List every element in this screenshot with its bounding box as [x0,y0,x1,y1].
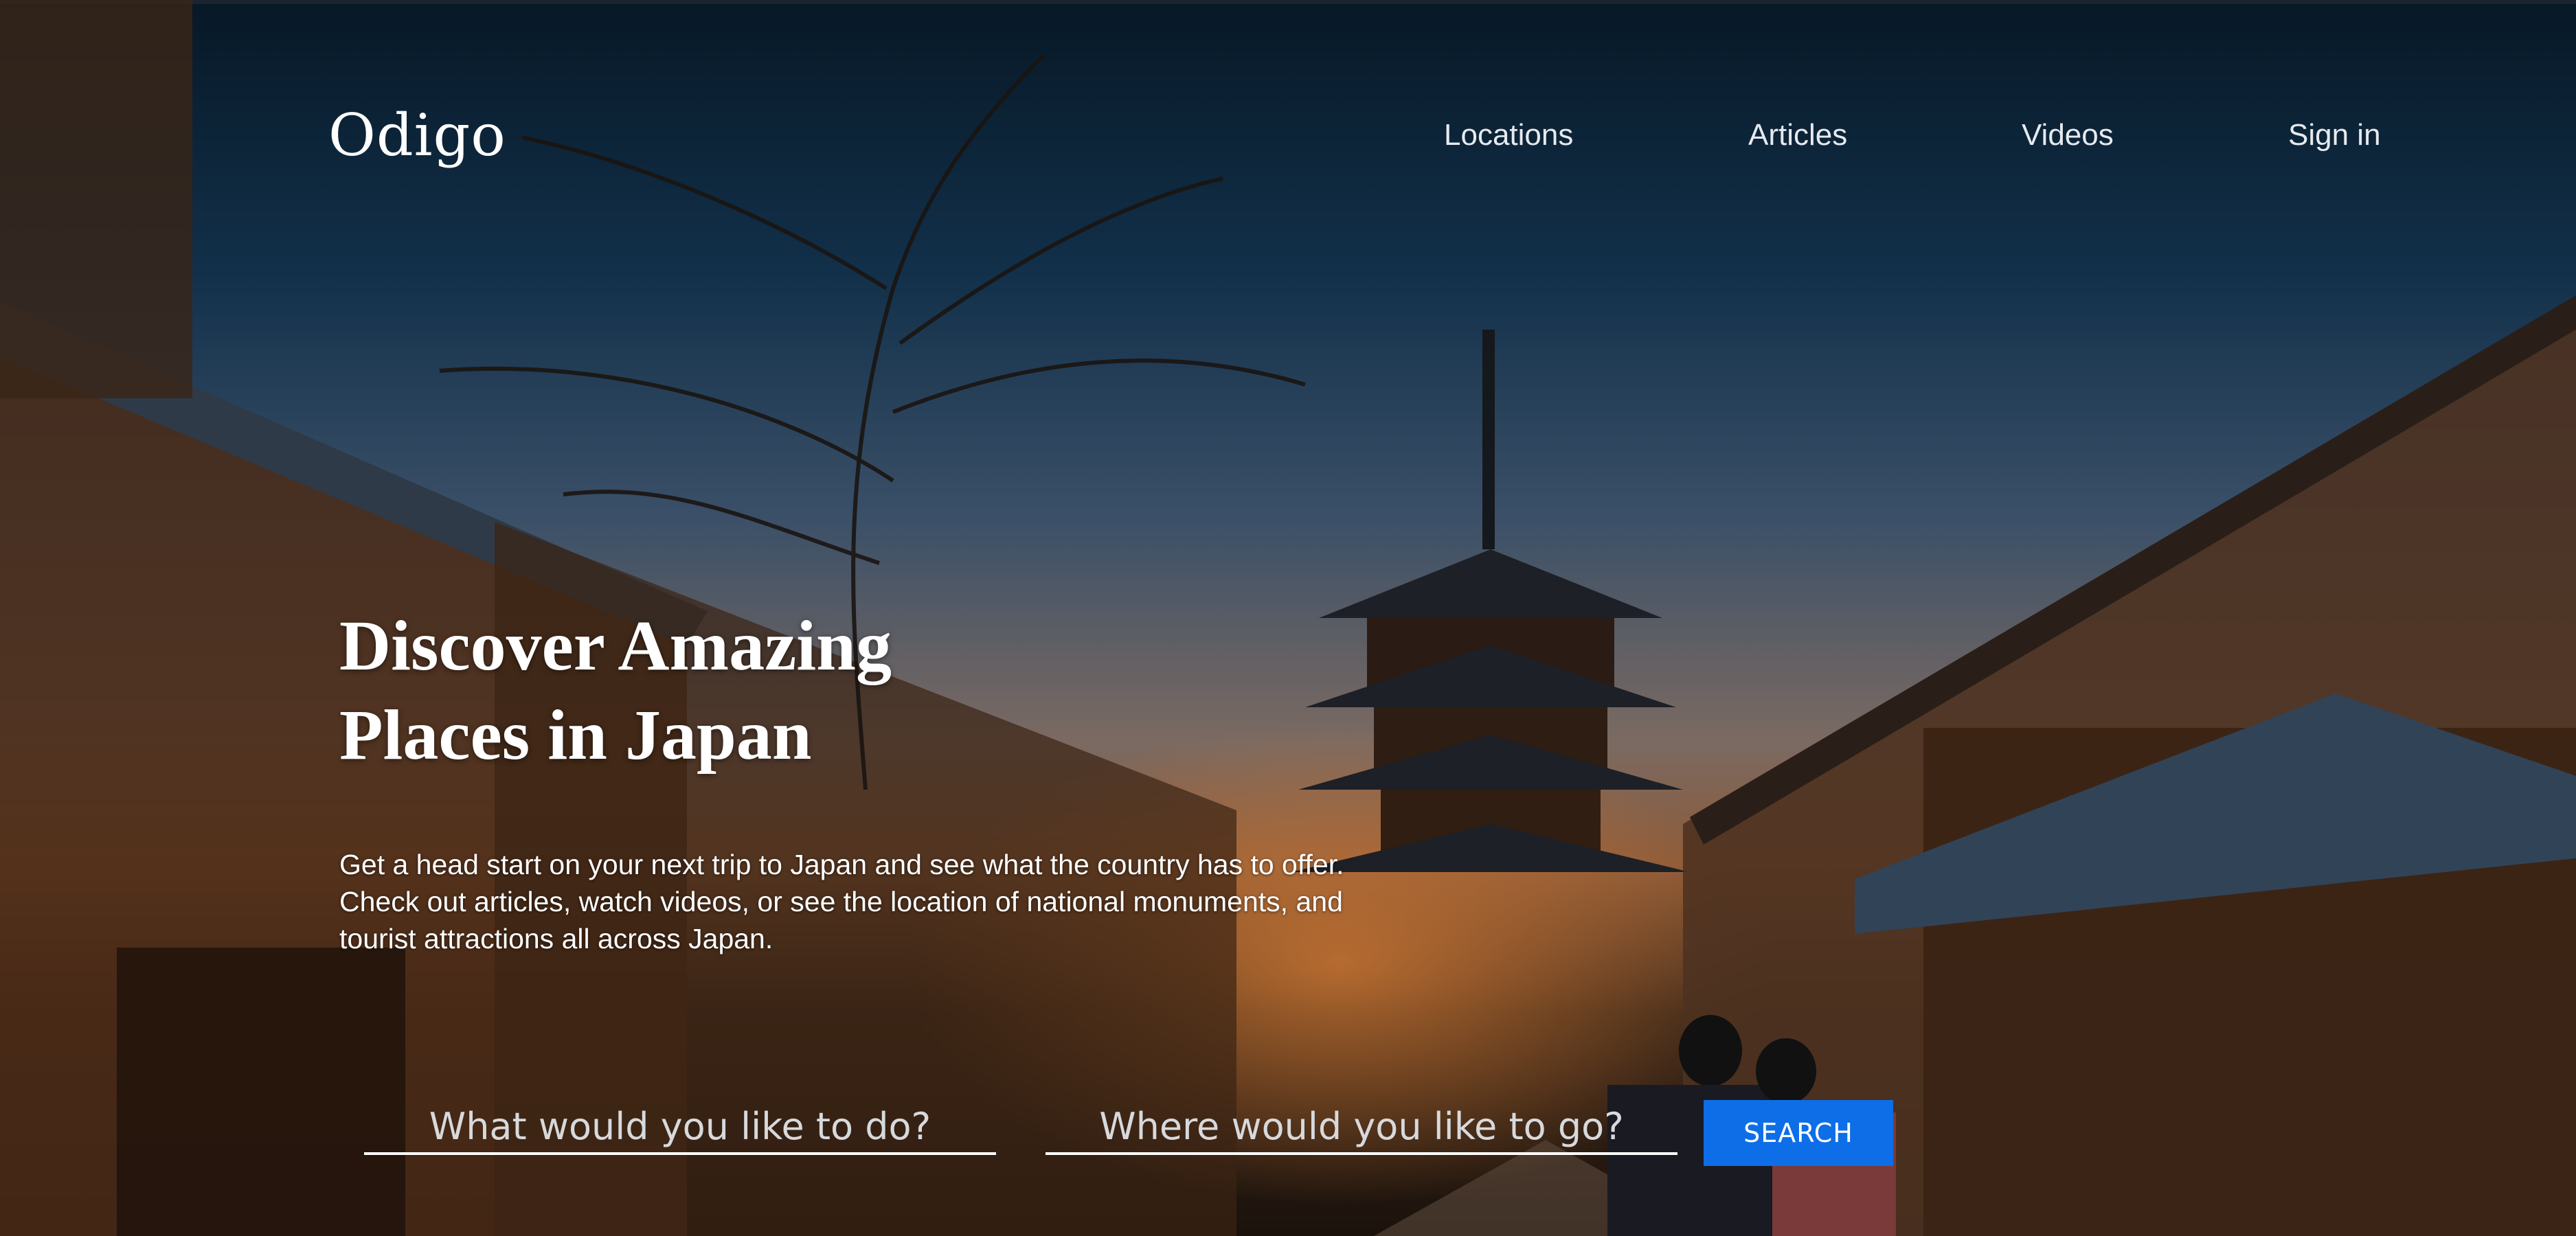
headline-line-2: Places in Japan [339,696,812,775]
hero-description: Get a head start on your next trip to Ja… [339,849,1344,954]
brand-logo[interactable]: Odigo [328,102,506,169]
hero-section: Odigo Locations Articles Videos Sign in … [0,0,2576,1236]
nav-link-locations[interactable]: Locations [1444,118,1573,152]
hero-headline: Discover Amazing Places in Japan [339,602,1095,780]
nav-link-videos[interactable]: Videos [2022,118,2114,152]
location-search-input[interactable] [1046,1100,1677,1152]
headline-line-1: Discover Amazing [339,606,892,685]
nav-link-articles[interactable]: Articles [1748,118,1847,152]
nav-link-sign-in[interactable]: Sign in [2288,118,2381,152]
search-button[interactable]: SEARCH [1704,1100,1893,1166]
activity-search-input[interactable] [364,1100,996,1152]
location-field [1046,1100,1677,1155]
activity-field [364,1100,996,1155]
